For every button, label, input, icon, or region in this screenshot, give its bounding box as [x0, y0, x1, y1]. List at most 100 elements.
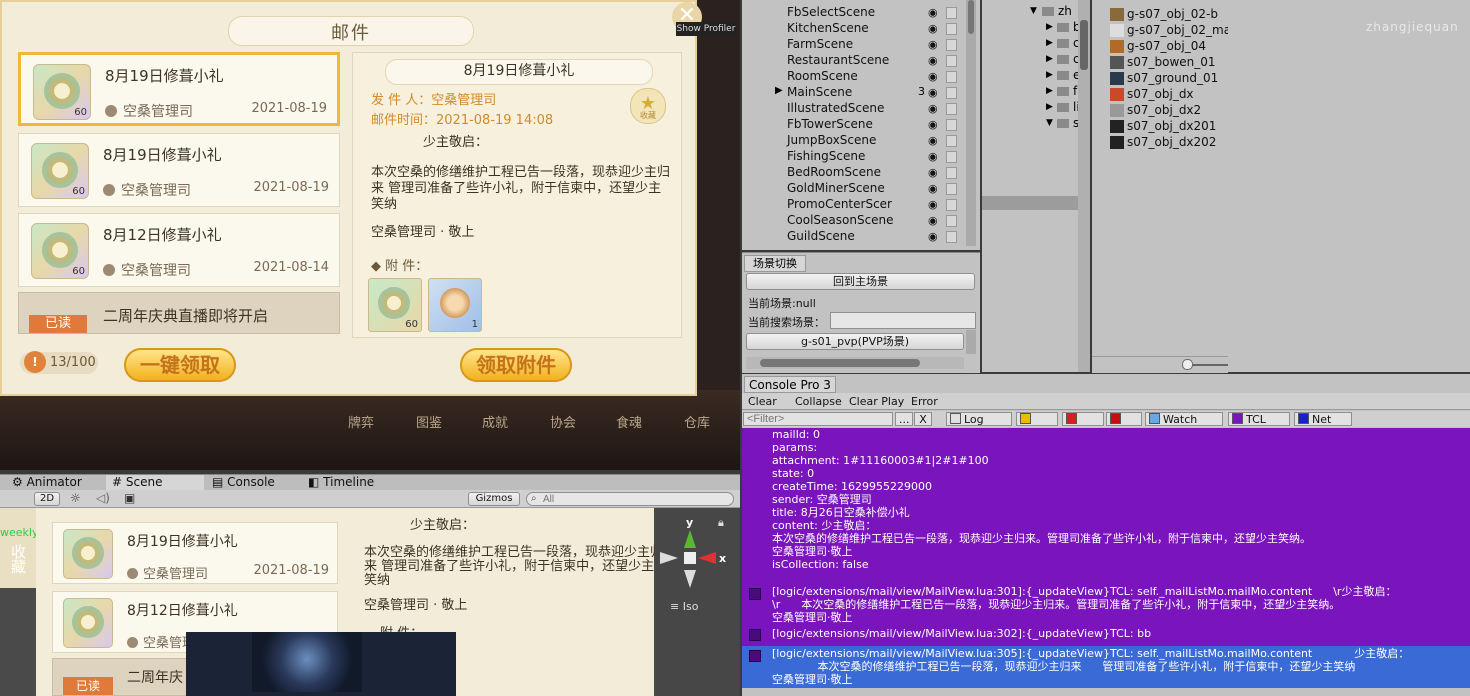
- scrollbar-thumb[interactable]: [1080, 20, 1088, 70]
- visibility-eye-icon[interactable]: ◉: [928, 6, 942, 19]
- scene-search-input[interactable]: [543, 493, 723, 505]
- visibility-eye-icon[interactable]: ◉: [928, 198, 942, 211]
- error-pause-button[interactable]: Error: [911, 395, 938, 408]
- lock-toggle-icon[interactable]: [946, 151, 957, 163]
- expand-arrow-icon[interactable]: ▶: [1046, 54, 1053, 64]
- expand-arrow-icon[interactable]: ▶: [775, 85, 783, 96]
- axis-neg-x-arrow[interactable]: [660, 552, 678, 564]
- expand-arrow-icon[interactable]: ▶: [1046, 102, 1053, 112]
- visibility-eye-icon[interactable]: ◉: [928, 230, 942, 243]
- visibility-eye-icon[interactable]: ◉: [928, 182, 942, 195]
- hierarchy-item[interactable]: FbTowerScene: [787, 117, 873, 131]
- lighting-icon[interactable]: ☼: [70, 491, 81, 505]
- mail-list-item[interactable]: 60 8月12日修葺小礼 空桑管理司 2021-08-14: [18, 213, 340, 287]
- lock-toggle-icon[interactable]: [946, 7, 957, 19]
- hierarchy-item[interactable]: PromoCenterScer: [787, 197, 892, 211]
- visibility-eye-icon[interactable]: ◉: [928, 22, 942, 35]
- log-entry-line[interactable]: [logic/extensions/mail/view/MailView.lua…: [772, 647, 1409, 660]
- back-to-main-button[interactable]: 回到主场景: [746, 273, 975, 290]
- attachment-item[interactable]: 1: [428, 278, 482, 332]
- hierarchy-item[interactable]: MainScene: [787, 85, 852, 99]
- expand-arrow-icon[interactable]: ▶: [1046, 70, 1053, 80]
- lock-toggle-icon[interactable]: [946, 71, 957, 83]
- mail-list-item[interactable]: 60 8月19日修葺小礼 空桑管理司 2021-08-19: [18, 133, 340, 207]
- clear-on-play-button[interactable]: Clear Play: [849, 395, 904, 408]
- lock-toggle-icon[interactable]: [946, 183, 957, 195]
- filter-toggle[interactable]: Watch (114): [1145, 412, 1223, 440]
- hierarchy-item[interactable]: FbSelectScene: [787, 5, 875, 19]
- project-file[interactable]: g-s07_obj_04: [1127, 39, 1206, 53]
- project-folder[interactable]: zh: [1058, 4, 1072, 18]
- clear-button[interactable]: Clear: [748, 395, 777, 408]
- project-file[interactable]: s07_ground_01: [1127, 71, 1218, 85]
- axis-y-arrow[interactable]: [684, 530, 696, 548]
- visibility-eye-icon[interactable]: ◉: [928, 102, 942, 115]
- project-file[interactable]: g-s07_obj_02_mask: [1127, 23, 1244, 37]
- mail-list-item-read[interactable]: 二周年庆典直播即将开启 已读: [18, 292, 340, 334]
- collapse-button[interactable]: Collapse: [795, 395, 842, 408]
- nav-paiyi[interactable]: 牌弈: [348, 412, 374, 431]
- lock-toggle-icon[interactable]: [946, 39, 957, 51]
- claim-attachment-button[interactable]: 领取附件: [460, 348, 572, 382]
- project-file[interactable]: s07_obj_dx201: [1127, 119, 1216, 133]
- visibility-eye-icon[interactable]: ◉: [928, 70, 942, 83]
- scene-list-scrollbar[interactable]: [966, 330, 976, 354]
- scrollbar-thumb[interactable]: [968, 0, 974, 34]
- audio-icon[interactable]: ◁): [96, 491, 110, 505]
- log-entry-line[interactable]: 空桑管理司·敬上: [772, 611, 853, 624]
- lock-toggle-icon[interactable]: [946, 119, 957, 131]
- visibility-eye-icon[interactable]: ◉: [928, 38, 942, 51]
- visibility-eye-icon[interactable]: ◉: [928, 134, 942, 147]
- lock-toggle-icon[interactable]: [946, 215, 957, 227]
- filter-clear-button[interactable]: X: [914, 412, 932, 426]
- gizmos-dropdown[interactable]: Gizmos: [468, 492, 520, 506]
- axis-x-arrow[interactable]: [698, 552, 716, 564]
- 2d-toggle[interactable]: 2D: [34, 492, 60, 506]
- filter-toggle[interactable]: TCL (38): [1228, 412, 1290, 440]
- hierarchy-item[interactable]: CoolSeasonScene: [787, 213, 894, 227]
- lock-toggle-icon[interactable]: [946, 135, 957, 147]
- visibility-eye-icon[interactable]: ◉: [928, 166, 942, 179]
- mail-list-item[interactable]: 60 8月19日修葺小礼 空桑管理司 2021-08-19: [18, 52, 340, 126]
- lock-toggle-icon[interactable]: [946, 103, 957, 115]
- expand-arrow-icon[interactable]: ▼: [1030, 6, 1037, 16]
- scene-button[interactable]: g-s01_pvp(PVP场景): [746, 333, 964, 350]
- hierarchy-item[interactable]: KitchenScene: [787, 21, 869, 35]
- lock-toggle-icon[interactable]: [946, 87, 957, 99]
- visibility-eye-icon[interactable]: ◉: [928, 214, 942, 227]
- scene-search-input[interactable]: [830, 312, 976, 329]
- log-entry[interactable]: [742, 688, 1470, 696]
- lock-toggle-icon[interactable]: [946, 167, 957, 179]
- project-folder[interactable]: f: [1073, 84, 1077, 98]
- filter-toggle[interactable]: Warn: [1016, 412, 1058, 440]
- project-file[interactable]: s07_obj_dx202: [1127, 135, 1216, 149]
- nav-shihun[interactable]: 食魂: [616, 412, 642, 431]
- tab-console[interactable]: ▤ Console: [212, 475, 275, 490]
- filter-input[interactable]: [743, 412, 893, 426]
- hierarchy-item[interactable]: RoomScene: [787, 69, 858, 83]
- tab-animator[interactable]: ⚙ Animator: [12, 475, 82, 490]
- filter-toggle[interactable]: Exc: [1106, 412, 1142, 440]
- hierarchy-scrollbar[interactable]: [966, 0, 976, 246]
- scene-list-hscrollbar[interactable]: [746, 357, 964, 369]
- filter-options-button[interactable]: ...: [895, 412, 913, 426]
- visibility-eye-icon[interactable]: ◉: [928, 150, 942, 163]
- expand-arrow-icon[interactable]: ▼: [1046, 118, 1053, 128]
- log-entry-line[interactable]: 本次空桑的修缮维护工程已告一段落，现恭迎少主归来 管理司准备了些许小礼，附于信柬…: [772, 660, 1355, 673]
- hierarchy-item[interactable]: FarmScene: [787, 37, 853, 51]
- log-entry-line[interactable]: [logic/extensions/mail/view/MailView.lua…: [772, 585, 1396, 598]
- nav-xiehui[interactable]: 协会: [550, 412, 576, 431]
- lock-toggle-icon[interactable]: [946, 23, 957, 35]
- nav-chengjiu[interactable]: 成就: [482, 412, 508, 431]
- collect-button[interactable]: ★ 收藏: [630, 88, 666, 124]
- axis-neg-y-arrow[interactable]: [684, 570, 696, 588]
- lock-toggle-icon[interactable]: [946, 231, 957, 243]
- expand-arrow-icon[interactable]: ▶: [1046, 86, 1053, 96]
- tab-timeline[interactable]: ◧ Timeline: [308, 475, 374, 490]
- show-profiler-button[interactable]: Show Profiler: [676, 22, 736, 36]
- tab-console-pro[interactable]: Console Pro 3: [744, 376, 836, 393]
- mail-list-item[interactable]: 8月19日修葺小礼 空桑管理司 2021-08-19: [52, 522, 338, 584]
- expand-arrow-icon[interactable]: ▶: [1046, 22, 1053, 32]
- scrollbar-thumb[interactable]: [760, 359, 920, 367]
- nav-tujian[interactable]: 图鉴: [416, 412, 442, 431]
